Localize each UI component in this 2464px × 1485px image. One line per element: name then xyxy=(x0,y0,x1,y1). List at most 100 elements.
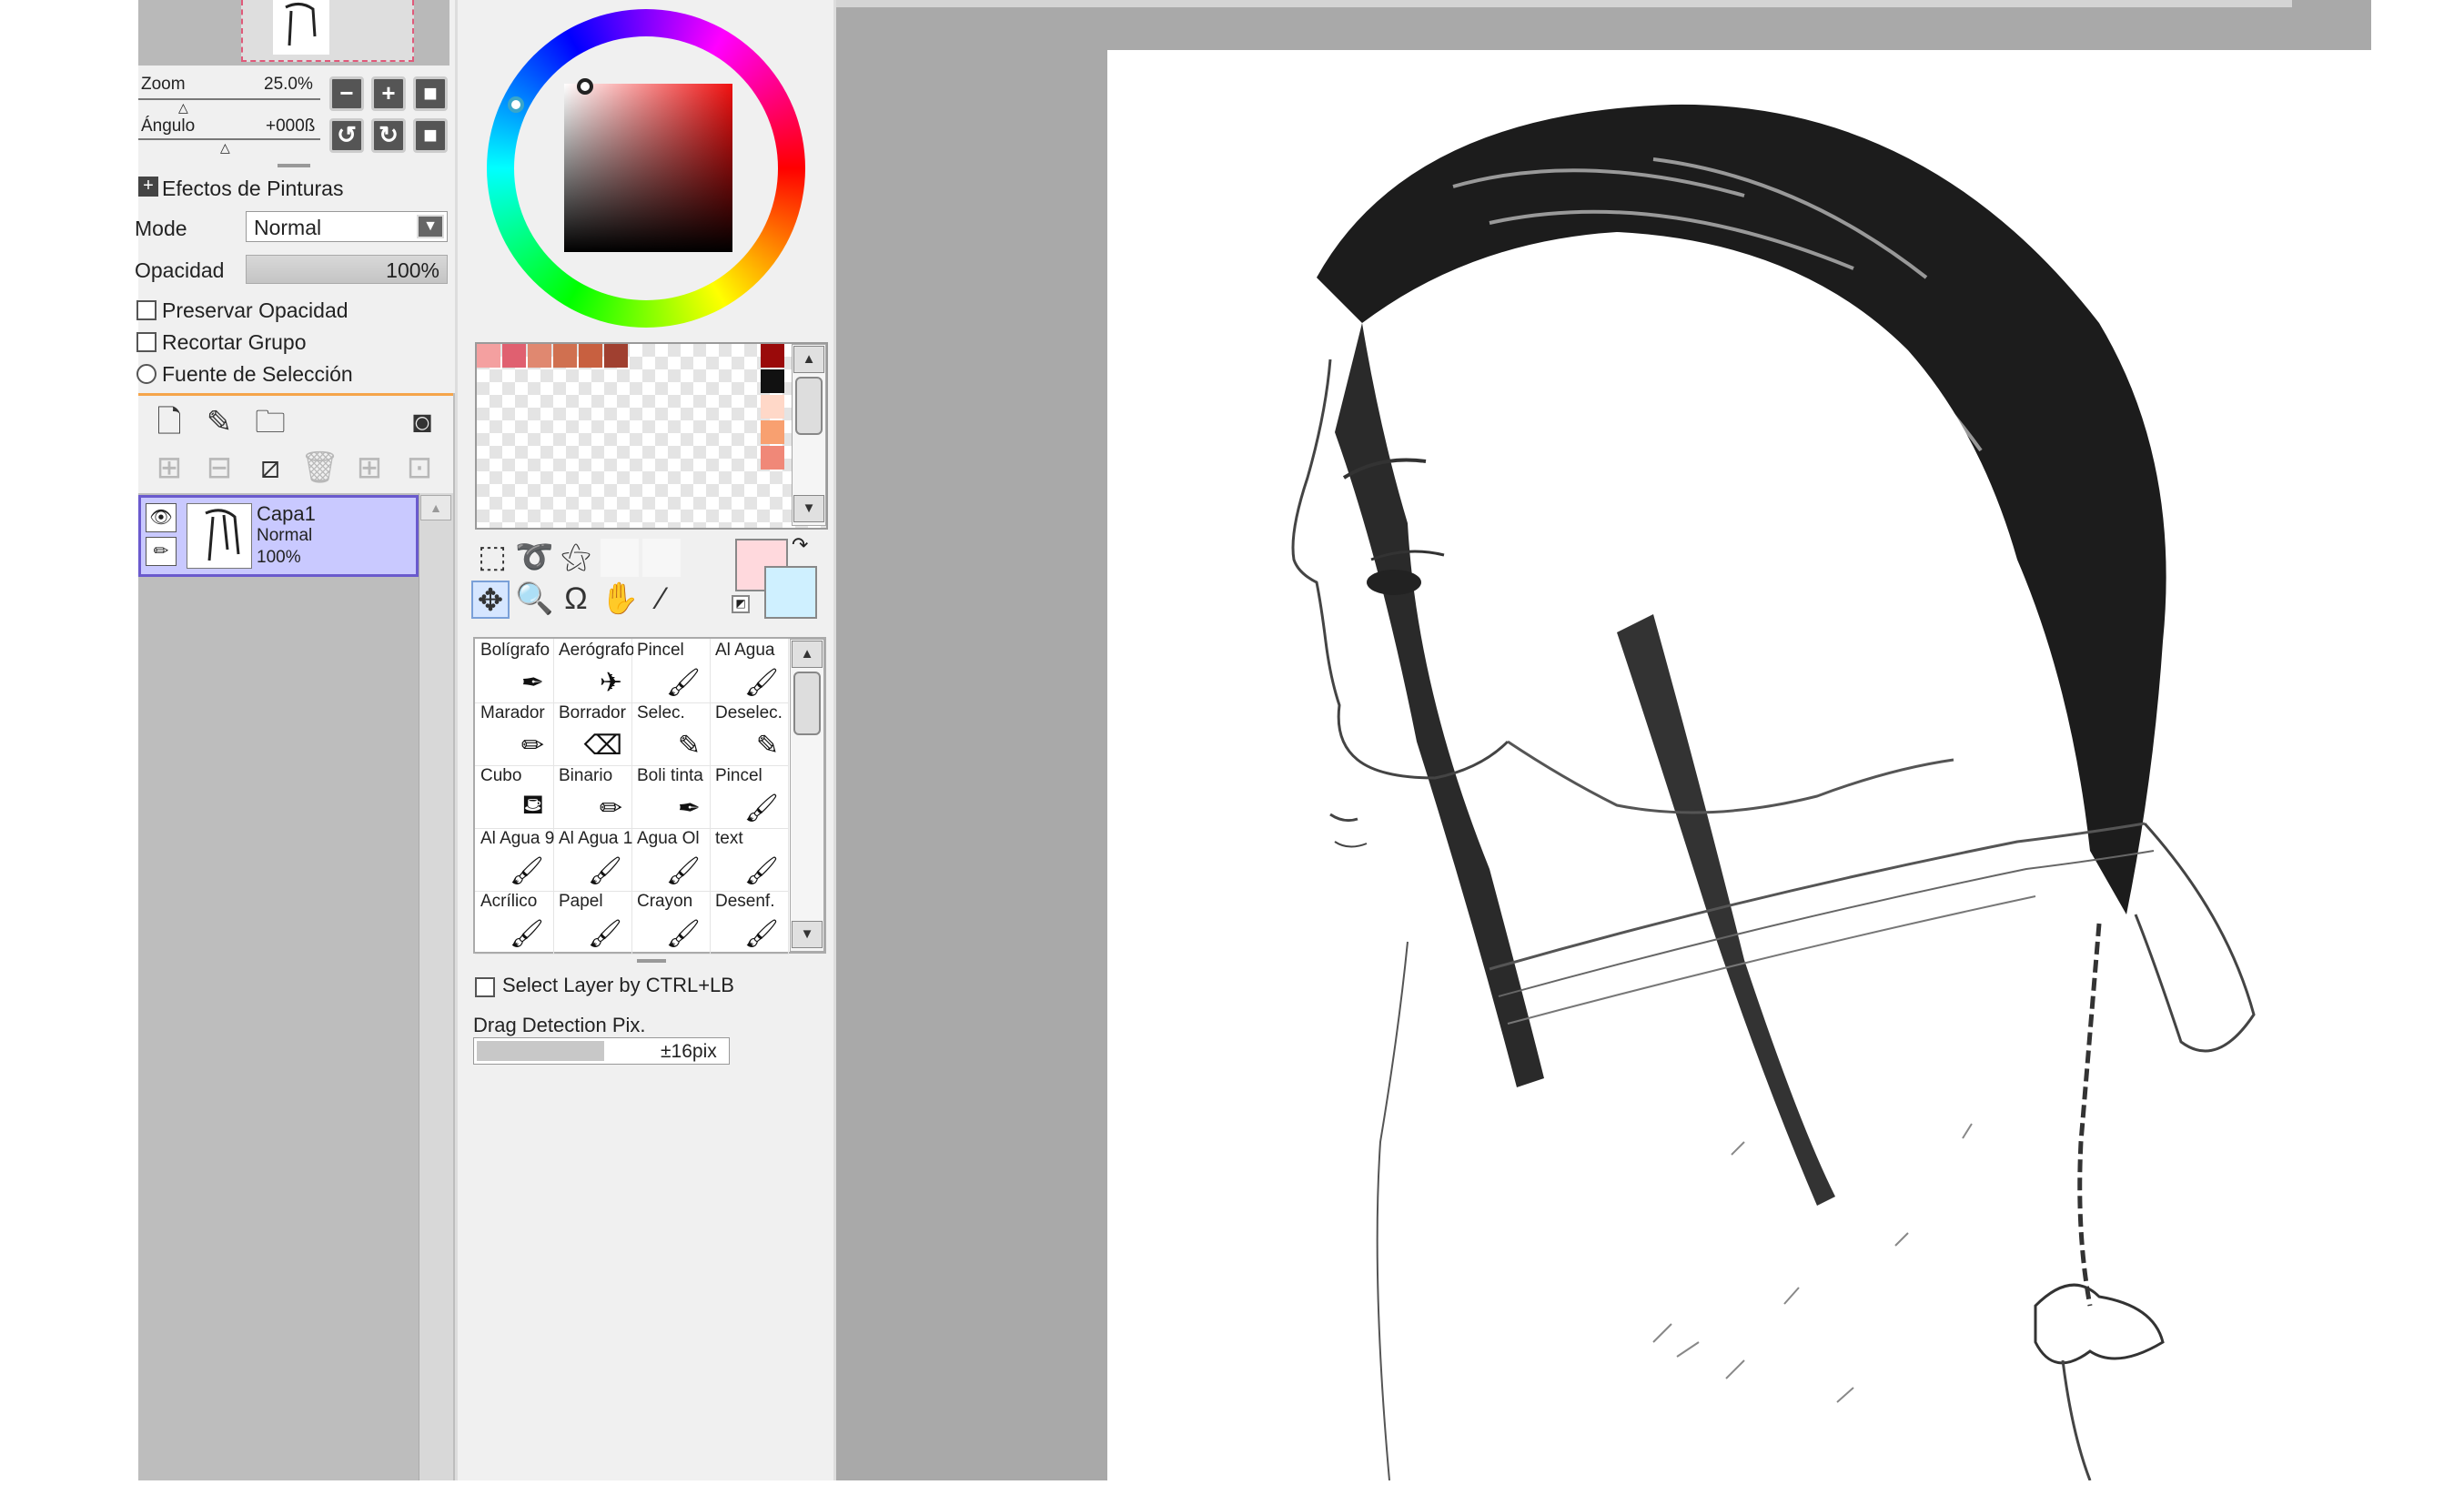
move-icon[interactable]: ✥ xyxy=(471,581,510,619)
select-layer-label: Select Layer by CTRL+LB xyxy=(502,974,734,996)
brush-scroll-down[interactable]: ▼ xyxy=(792,921,823,948)
zoom-reset-button[interactable]: ■ xyxy=(413,76,448,111)
brush-tool[interactable]: Al Agua 🖌 xyxy=(710,639,789,703)
bucket-icon: ⛾ xyxy=(521,790,544,820)
zoom-slider[interactable] xyxy=(138,98,320,100)
color-swatch[interactable] xyxy=(528,344,551,368)
brush-name: Agua Ol xyxy=(637,829,700,848)
brush-tool[interactable]: Papel 🖌 xyxy=(553,890,632,955)
eyedropper-icon[interactable]: ⁄ xyxy=(642,581,681,619)
background-color[interactable] xyxy=(764,566,817,619)
layer-scrollbar[interactable] xyxy=(419,493,453,1480)
opacity-slider[interactable]: 100% xyxy=(246,255,448,284)
brush-icon: 🖌 xyxy=(509,856,544,886)
hue-picker[interactable] xyxy=(508,96,524,113)
rotate-reset-button[interactable]: ■ xyxy=(413,118,448,153)
new-folder-icon[interactable]: 🗀 xyxy=(251,404,289,442)
brush-icon: 🖌 xyxy=(587,919,622,949)
drawing-canvas[interactable] xyxy=(1107,50,2373,1481)
swap-colors-icon[interactable]: ↷ xyxy=(792,533,808,557)
clear-layer-icon[interactable]: ⧄ xyxy=(251,450,289,488)
color-swatch[interactable] xyxy=(761,420,784,444)
swatch-scroll-down[interactable]: ▼ xyxy=(793,495,824,522)
brush-tool[interactable]: Borrador ⌫ xyxy=(553,702,632,766)
color-swatch[interactable] xyxy=(761,344,784,368)
color-swatch[interactable] xyxy=(579,344,602,368)
brush-tool[interactable]: Al Agua 9 🖌 xyxy=(475,827,554,892)
rotate-left-button[interactable]: ↺ xyxy=(329,118,364,153)
magic-wand-icon[interactable]: ⚝ xyxy=(557,539,595,577)
drag-detection-label: Drag Detection Pix. xyxy=(473,1014,646,1036)
brush-tool[interactable]: Selec. ✎ xyxy=(631,702,711,766)
brush-name: Borrador xyxy=(559,703,626,722)
panel-splitter[interactable] xyxy=(278,164,310,167)
brush-tool[interactable]: Marador ✏ xyxy=(475,702,554,766)
brush-name: Selec. xyxy=(637,703,685,722)
effects-header[interactable]: Efectos de Pinturas xyxy=(162,177,343,201)
brush-tool[interactable]: Al Agua 10 🖌 xyxy=(553,827,633,892)
rotate-right-button[interactable]: ↻ xyxy=(371,118,406,153)
brush-name: Marador xyxy=(480,703,545,722)
merge-visible-icon[interactable]: ⊞ xyxy=(350,450,389,488)
brush-tool[interactable]: Cubo ⛾ xyxy=(475,764,554,829)
hand-icon[interactable]: ✋ xyxy=(601,581,639,619)
delete-layer-icon[interactable]: 🗑 xyxy=(300,450,339,488)
brush-tool[interactable]: Pincel 🖌 xyxy=(710,764,789,829)
color-swatch[interactable] xyxy=(604,344,628,368)
panel-splitter[interactable] xyxy=(637,959,666,963)
new-layer-icon[interactable]: 🗋 xyxy=(150,404,188,442)
color-picker-cursor[interactable] xyxy=(577,78,593,95)
brush-tool[interactable]: Desenf. 🖌 xyxy=(710,890,789,955)
brush-tool[interactable]: Boli tinta ✒ xyxy=(631,764,711,829)
brush-tool[interactable]: Agua Ol 🖌 xyxy=(631,827,711,892)
lasso-icon[interactable]: ➰ xyxy=(515,539,553,577)
color-swatch[interactable] xyxy=(477,344,500,368)
brush-scroll-thumb[interactable] xyxy=(793,672,821,735)
zoom-in-button[interactable]: + xyxy=(371,76,406,111)
zoom-label: Zoom xyxy=(141,75,186,94)
rotate-icon[interactable]: Ω xyxy=(557,581,595,619)
color-swatch[interactable] xyxy=(761,395,784,419)
reset-colors-icon[interactable]: ◩ xyxy=(732,595,750,613)
swatch-scroll-up[interactable]: ▲ xyxy=(793,346,824,373)
transfer-down-icon[interactable]: ⊞ xyxy=(150,450,188,488)
merge-down-icon[interactable]: ⊟ xyxy=(200,450,238,488)
brush-tool[interactable]: Pincel 🖌 xyxy=(631,639,711,703)
rect-select-icon[interactable]: ⬚ xyxy=(473,539,511,577)
empty-tool-slot xyxy=(642,539,681,577)
chevron-down-icon[interactable]: ▼ xyxy=(417,215,444,238)
layer-scroll-up[interactable]: ▲ xyxy=(420,495,451,520)
angle-slider-thumb[interactable]: △ xyxy=(220,140,230,156)
brush-tool[interactable]: text 🖌 xyxy=(710,827,789,892)
flatten-icon[interactable]: ⊡ xyxy=(400,450,439,488)
preserve-opacity-checkbox[interactable] xyxy=(136,300,157,320)
brush-icon: 🖌 xyxy=(743,793,779,823)
pencil-icon[interactable]: ✏ xyxy=(146,537,177,566)
brush-tool[interactable]: Bolígrafo ✒ xyxy=(475,639,554,703)
watercolor-icon: 🖌 xyxy=(743,668,779,698)
swatch-scroll-thumb[interactable] xyxy=(795,377,823,435)
zoom-slider-thumb[interactable]: △ xyxy=(178,100,188,116)
brush-tool[interactable]: Acrílico 🖌 xyxy=(475,890,554,955)
color-swatch[interactable] xyxy=(502,344,526,368)
clip-group-checkbox[interactable] xyxy=(136,332,157,352)
zoom-icon[interactable]: 🔍 xyxy=(515,581,553,619)
zoom-out-button[interactable]: − xyxy=(329,76,364,111)
saturation-value-square[interactable] xyxy=(564,84,732,252)
layer-mask-icon[interactable]: ◙ xyxy=(403,404,441,442)
new-linework-layer-icon[interactable]: ✎ xyxy=(200,404,238,442)
eye-icon[interactable]: 👁 xyxy=(146,503,177,532)
brush-tool[interactable]: Aerógrafo ✈ xyxy=(553,639,633,703)
brush-tool[interactable]: Binario ✏ xyxy=(553,764,632,829)
color-swatch[interactable] xyxy=(761,446,784,470)
expand-icon[interactable]: + xyxy=(138,177,158,197)
opacity-label: Opacidad xyxy=(135,258,225,282)
color-swatch[interactable] xyxy=(761,369,784,393)
brush-tool[interactable]: Crayon 🖌 xyxy=(631,890,711,955)
brush-tool[interactable]: Deselec. ✎ xyxy=(710,702,789,766)
color-swatch[interactable] xyxy=(553,344,577,368)
select-layer-checkbox[interactable] xyxy=(475,977,495,997)
selection-source-checkbox[interactable] xyxy=(136,364,157,384)
brush-scroll-up[interactable]: ▲ xyxy=(792,641,823,668)
brush-name: text xyxy=(715,829,743,848)
